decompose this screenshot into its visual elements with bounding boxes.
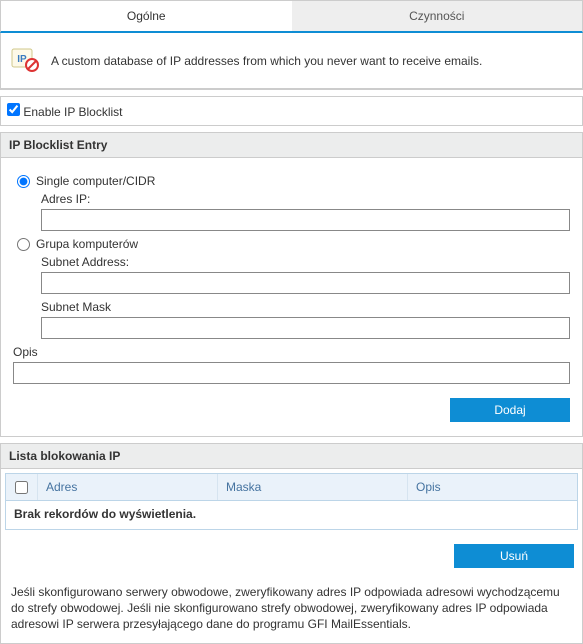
enable-checkbox[interactable] (7, 103, 20, 116)
entry-group: IP Blocklist Entry Single computer/CIDR … (0, 132, 583, 437)
empty-row: Brak rekordów do wyświetlenia. (6, 501, 577, 529)
entry-group-header: IP Blocklist Entry (1, 133, 582, 158)
ip-input[interactable] (41, 209, 570, 231)
select-all-checkbox[interactable] (15, 481, 28, 494)
blocklist-table: Adres Maska Opis Brak rekordów do wyświe… (5, 473, 578, 530)
radio-single-label[interactable]: Single computer/CIDR (36, 174, 155, 188)
subnet-mask-input[interactable] (41, 317, 570, 339)
ip-block-icon: IP (11, 45, 39, 76)
add-button[interactable]: Dodaj (450, 398, 570, 422)
panel-general: IP A custom database of IP addresses fro… (0, 33, 583, 90)
tab-general[interactable]: Ogólne (1, 1, 292, 31)
tab-actions[interactable]: Czynności (292, 1, 583, 31)
info-text: A custom database of IP addresses from w… (51, 54, 482, 68)
subnet-addr-input[interactable] (41, 272, 570, 294)
table-header-row: Adres Maska Opis (6, 474, 577, 501)
col-addr[interactable]: Adres (38, 474, 218, 500)
opis-label: Opis (13, 345, 570, 359)
list-group-header: Lista blokowania IP (1, 444, 582, 469)
col-mask[interactable]: Maska (218, 474, 408, 500)
opis-input[interactable] (13, 362, 570, 384)
footnote-text: Jeśli skonfigurowano serwery obwodowe, z… (1, 578, 582, 643)
delete-button[interactable]: Usuń (454, 544, 574, 568)
subnet-mask-label: Subnet Mask (41, 300, 570, 314)
enable-row: Enable IP Blocklist (0, 96, 583, 126)
radio-group[interactable] (17, 238, 30, 251)
radio-group-label[interactable]: Grupa komputerów (36, 237, 138, 251)
enable-label[interactable]: Enable IP Blocklist (23, 105, 122, 119)
list-group: Lista blokowania IP Adres Maska Opis Bra… (0, 443, 583, 644)
info-bar: IP A custom database of IP addresses fro… (1, 33, 582, 89)
col-opis[interactable]: Opis (408, 474, 577, 500)
subnet-addr-label: Subnet Address: (41, 255, 570, 269)
ip-label: Adres IP: (41, 192, 570, 206)
tab-bar: Ogólne Czynności (0, 0, 583, 33)
radio-single[interactable] (17, 175, 30, 188)
